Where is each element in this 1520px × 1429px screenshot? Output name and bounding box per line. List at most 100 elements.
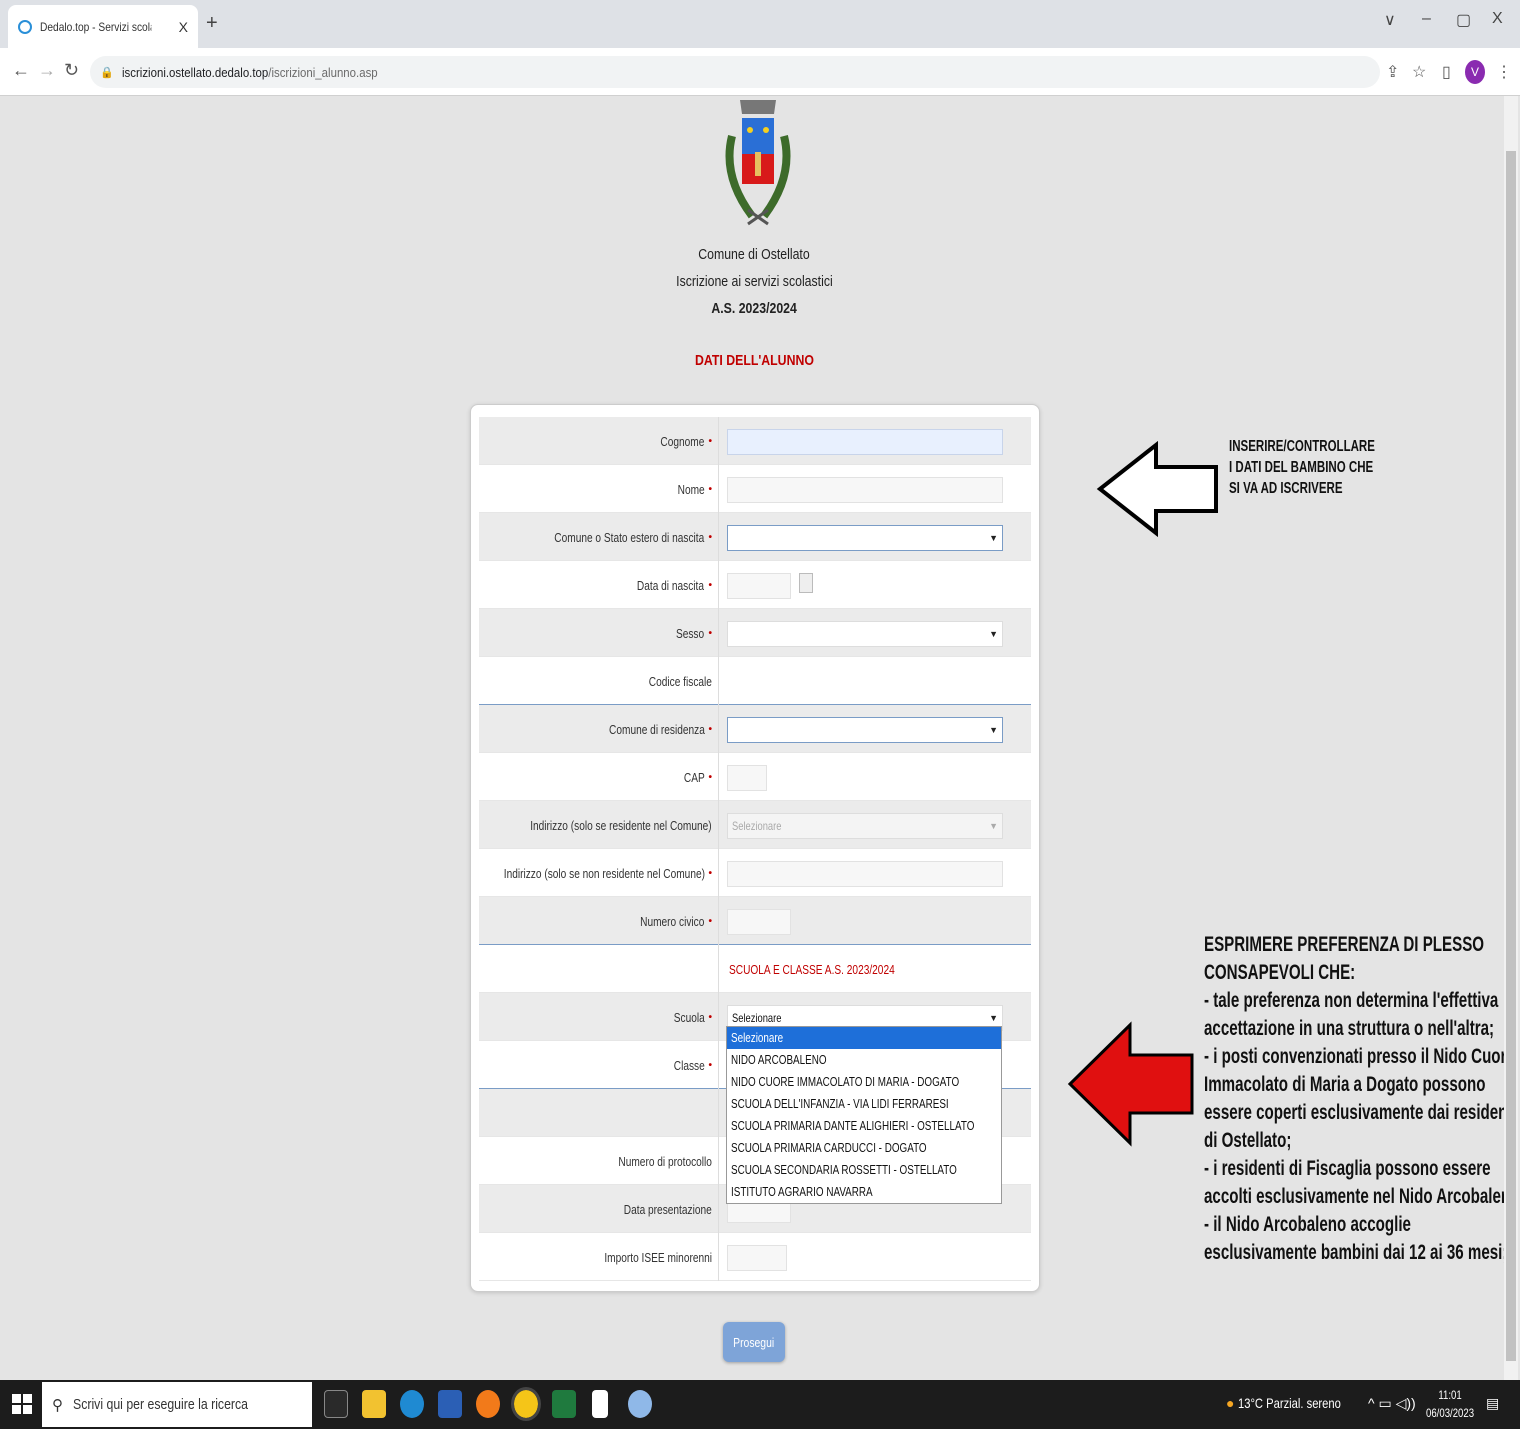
label-classe: Classe (673, 1057, 705, 1073)
dropdown-option[interactable]: NIDO ARCOBALENO (727, 1049, 1001, 1071)
side-panel-icon[interactable]: ▯ (1442, 62, 1451, 82)
row-sesso: Sesso • ▼ (479, 609, 1031, 657)
label-cap: CAP (683, 769, 705, 785)
row-indirizzo-non-residente: Indirizzo (solo se non residente nel Com… (479, 849, 1031, 897)
chevron-down-icon: ▼ (989, 725, 998, 735)
tray-icons[interactable]: ^ ▭ ◁)) (1368, 1395, 1416, 1412)
row-data-nascita: Data di nascita • (479, 561, 1031, 609)
minimize-button[interactable]: – (1422, 10, 1431, 28)
dropdown-option[interactable]: Selezionare (727, 1027, 1001, 1049)
search-icon: ⚲ (52, 1396, 63, 1414)
label-nome: Nome (677, 481, 705, 497)
section-title: DATI DELL'ALUNNO (694, 352, 814, 369)
browser-menu-icon[interactable]: ⋮ (1496, 62, 1512, 82)
weather-sun-icon: ● (1226, 1395, 1235, 1411)
browser-tab-bar: Dedalo.top - Servizi scolastici X + ∨ – … (0, 0, 1520, 48)
dropdown-option[interactable]: SCUOLA PRIMARIA DANTE ALIGHIERI - OSTELL… (727, 1115, 1001, 1137)
label-scuola: Scuola (673, 1009, 705, 1025)
chrome-icon[interactable] (511, 1387, 541, 1421)
row-indirizzo-residente: Indirizzo (solo se residente nel Comune)… (479, 801, 1031, 849)
task-view-icon[interactable] (324, 1390, 348, 1418)
indirizzo-input[interactable] (727, 861, 1003, 887)
taskbar-search[interactable]: ⚲ Scrivi qui per eseguire la ricerca (42, 1382, 312, 1427)
dropdown-option[interactable]: SCUOLA DELL'INFANZIA - VIA LIDI FERRARES… (727, 1093, 1001, 1115)
site-favicon-icon (18, 19, 32, 34)
label-data-nascita: Data di nascita (637, 577, 705, 593)
restore-button[interactable]: ▢ (1456, 10, 1471, 30)
firefox-icon[interactable] (476, 1390, 500, 1418)
label-isee: Importo ISEE minorenni (604, 1249, 712, 1265)
municipal-crest-icon (725, 100, 791, 226)
label-sesso: Sesso (676, 625, 705, 641)
chevron-down-icon: ▼ (989, 1013, 998, 1023)
tab-search-icon[interactable]: ∨ (1384, 10, 1396, 30)
row-comune-nascita: Comune o Stato estero di nascita • ▼ (479, 513, 1031, 561)
file-explorer-icon[interactable] (362, 1390, 386, 1418)
edge-icon[interactable] (400, 1390, 424, 1418)
indirizzo-select[interactable]: Selezionare ▼ (727, 813, 1003, 839)
page-viewport: Comune di Ostellato Iscrizione ai serviz… (4, 96, 1504, 1380)
word-icon[interactable] (438, 1390, 462, 1418)
isee-input[interactable] (727, 1245, 787, 1271)
chevron-down-icon: ▼ (989, 629, 998, 639)
scuola-dropdown-list[interactable]: Selezionare NIDO ARCOBALENO NIDO CUORE I… (726, 1026, 1002, 1204)
paint-icon[interactable] (628, 1390, 652, 1418)
notepad-icon[interactable] (592, 1390, 608, 1418)
excel-icon[interactable] (552, 1390, 576, 1418)
label-cognome: Cognome (660, 433, 705, 449)
chevron-down-icon: ▼ (989, 533, 998, 543)
outline-arrow-icon (1096, 441, 1218, 537)
close-window-button[interactable]: X (1492, 10, 1503, 28)
label-protocollo: Numero di protocollo (618, 1153, 712, 1169)
label-comune-nascita: Comune o Stato estero di nascita (554, 529, 705, 545)
row-nome: Nome • (479, 465, 1031, 513)
chevron-down-icon: ▼ (989, 821, 998, 831)
sesso-select[interactable]: ▼ (727, 621, 1003, 647)
browser-tab[interactable]: Dedalo.top - Servizi scolastici X (8, 5, 198, 48)
weather-widget[interactable]: ● 13°C Parzial. sereno (1226, 1395, 1367, 1411)
share-icon[interactable]: ⇪ (1386, 62, 1399, 82)
reload-icon[interactable]: ↻ (64, 60, 79, 81)
prosegui-button[interactable]: Prosegui (723, 1322, 785, 1362)
tab-title: Dedalo.top - Servizi scolastici (40, 19, 151, 34)
lock-icon: 🔒 (100, 66, 114, 79)
profile-avatar[interactable]: V (1465, 60, 1485, 84)
windows-start-icon[interactable] (12, 1394, 32, 1414)
school-section-title: SCUOLA E CLASSE A.S. 2023/2024 (729, 961, 895, 977)
system-clock[interactable]: 11:01 06/03/2023 (1420, 1386, 1480, 1422)
browser-toolbar: ← → ↻ 🔒 iscrizioni.ostellato.dedalo.top/… (0, 48, 1520, 96)
close-tab-icon[interactable]: X (179, 19, 188, 35)
url-text: iscrizioni.ostellato.dedalo.top/iscrizio… (121, 64, 378, 80)
bookmark-star-icon[interactable]: ☆ (1412, 62, 1426, 82)
scrollbar-thumb[interactable] (1506, 151, 1516, 1361)
calendar-icon[interactable] (799, 573, 813, 593)
comune-nascita-select[interactable]: ▼ (727, 525, 1003, 551)
back-arrow-icon[interactable]: ← (12, 60, 30, 81)
new-tab-button[interactable]: + (206, 12, 218, 35)
cognome-input[interactable] (727, 429, 1003, 455)
label-data-presentazione: Data presentazione (624, 1201, 712, 1217)
notifications-icon[interactable]: ▤ (1486, 1395, 1499, 1412)
label-codice-fiscale: Codice fiscale (648, 673, 712, 689)
municipality-name: Comune di Ostellato (698, 246, 810, 263)
row-cognome: Cognome • (479, 417, 1031, 465)
dropdown-option[interactable]: ISTITUTO AGRARIO NAVARRA (727, 1181, 1001, 1203)
label-comune-residenza: Comune di residenza (608, 721, 705, 737)
data-nascita-input[interactable] (727, 573, 791, 599)
codice-fiscale-input[interactable] (727, 669, 827, 695)
nome-input[interactable] (727, 477, 1003, 503)
label-indirizzo-residente: Indirizzo (solo se residente nel Comune) (530, 817, 712, 833)
dropdown-option[interactable]: SCUOLA SECONDARIA ROSSETTI - OSTELLATO (727, 1159, 1001, 1181)
service-title: Iscrizione ai servizi scolastici (675, 273, 833, 290)
dropdown-option[interactable]: SCUOLA PRIMARIA CARDUCCI - DOGATO (727, 1137, 1001, 1159)
numero-civico-input[interactable] (727, 909, 791, 935)
comune-residenza-select[interactable]: ▼ (727, 717, 1003, 743)
forward-arrow-icon[interactable]: → (38, 60, 56, 81)
dropdown-option[interactable]: NIDO CUORE IMMACOLATO DI MARIA - DOGATO (727, 1071, 1001, 1093)
page-scrollbar[interactable] (1504, 96, 1518, 1380)
row-cap: CAP • (479, 753, 1031, 801)
address-bar[interactable]: 🔒 iscrizioni.ostellato.dedalo.top/iscriz… (90, 56, 1380, 88)
cap-input[interactable] (727, 765, 767, 791)
row-comune-residenza: Comune di residenza • ▼ (479, 705, 1031, 753)
red-arrow-icon (1067, 1021, 1194, 1147)
